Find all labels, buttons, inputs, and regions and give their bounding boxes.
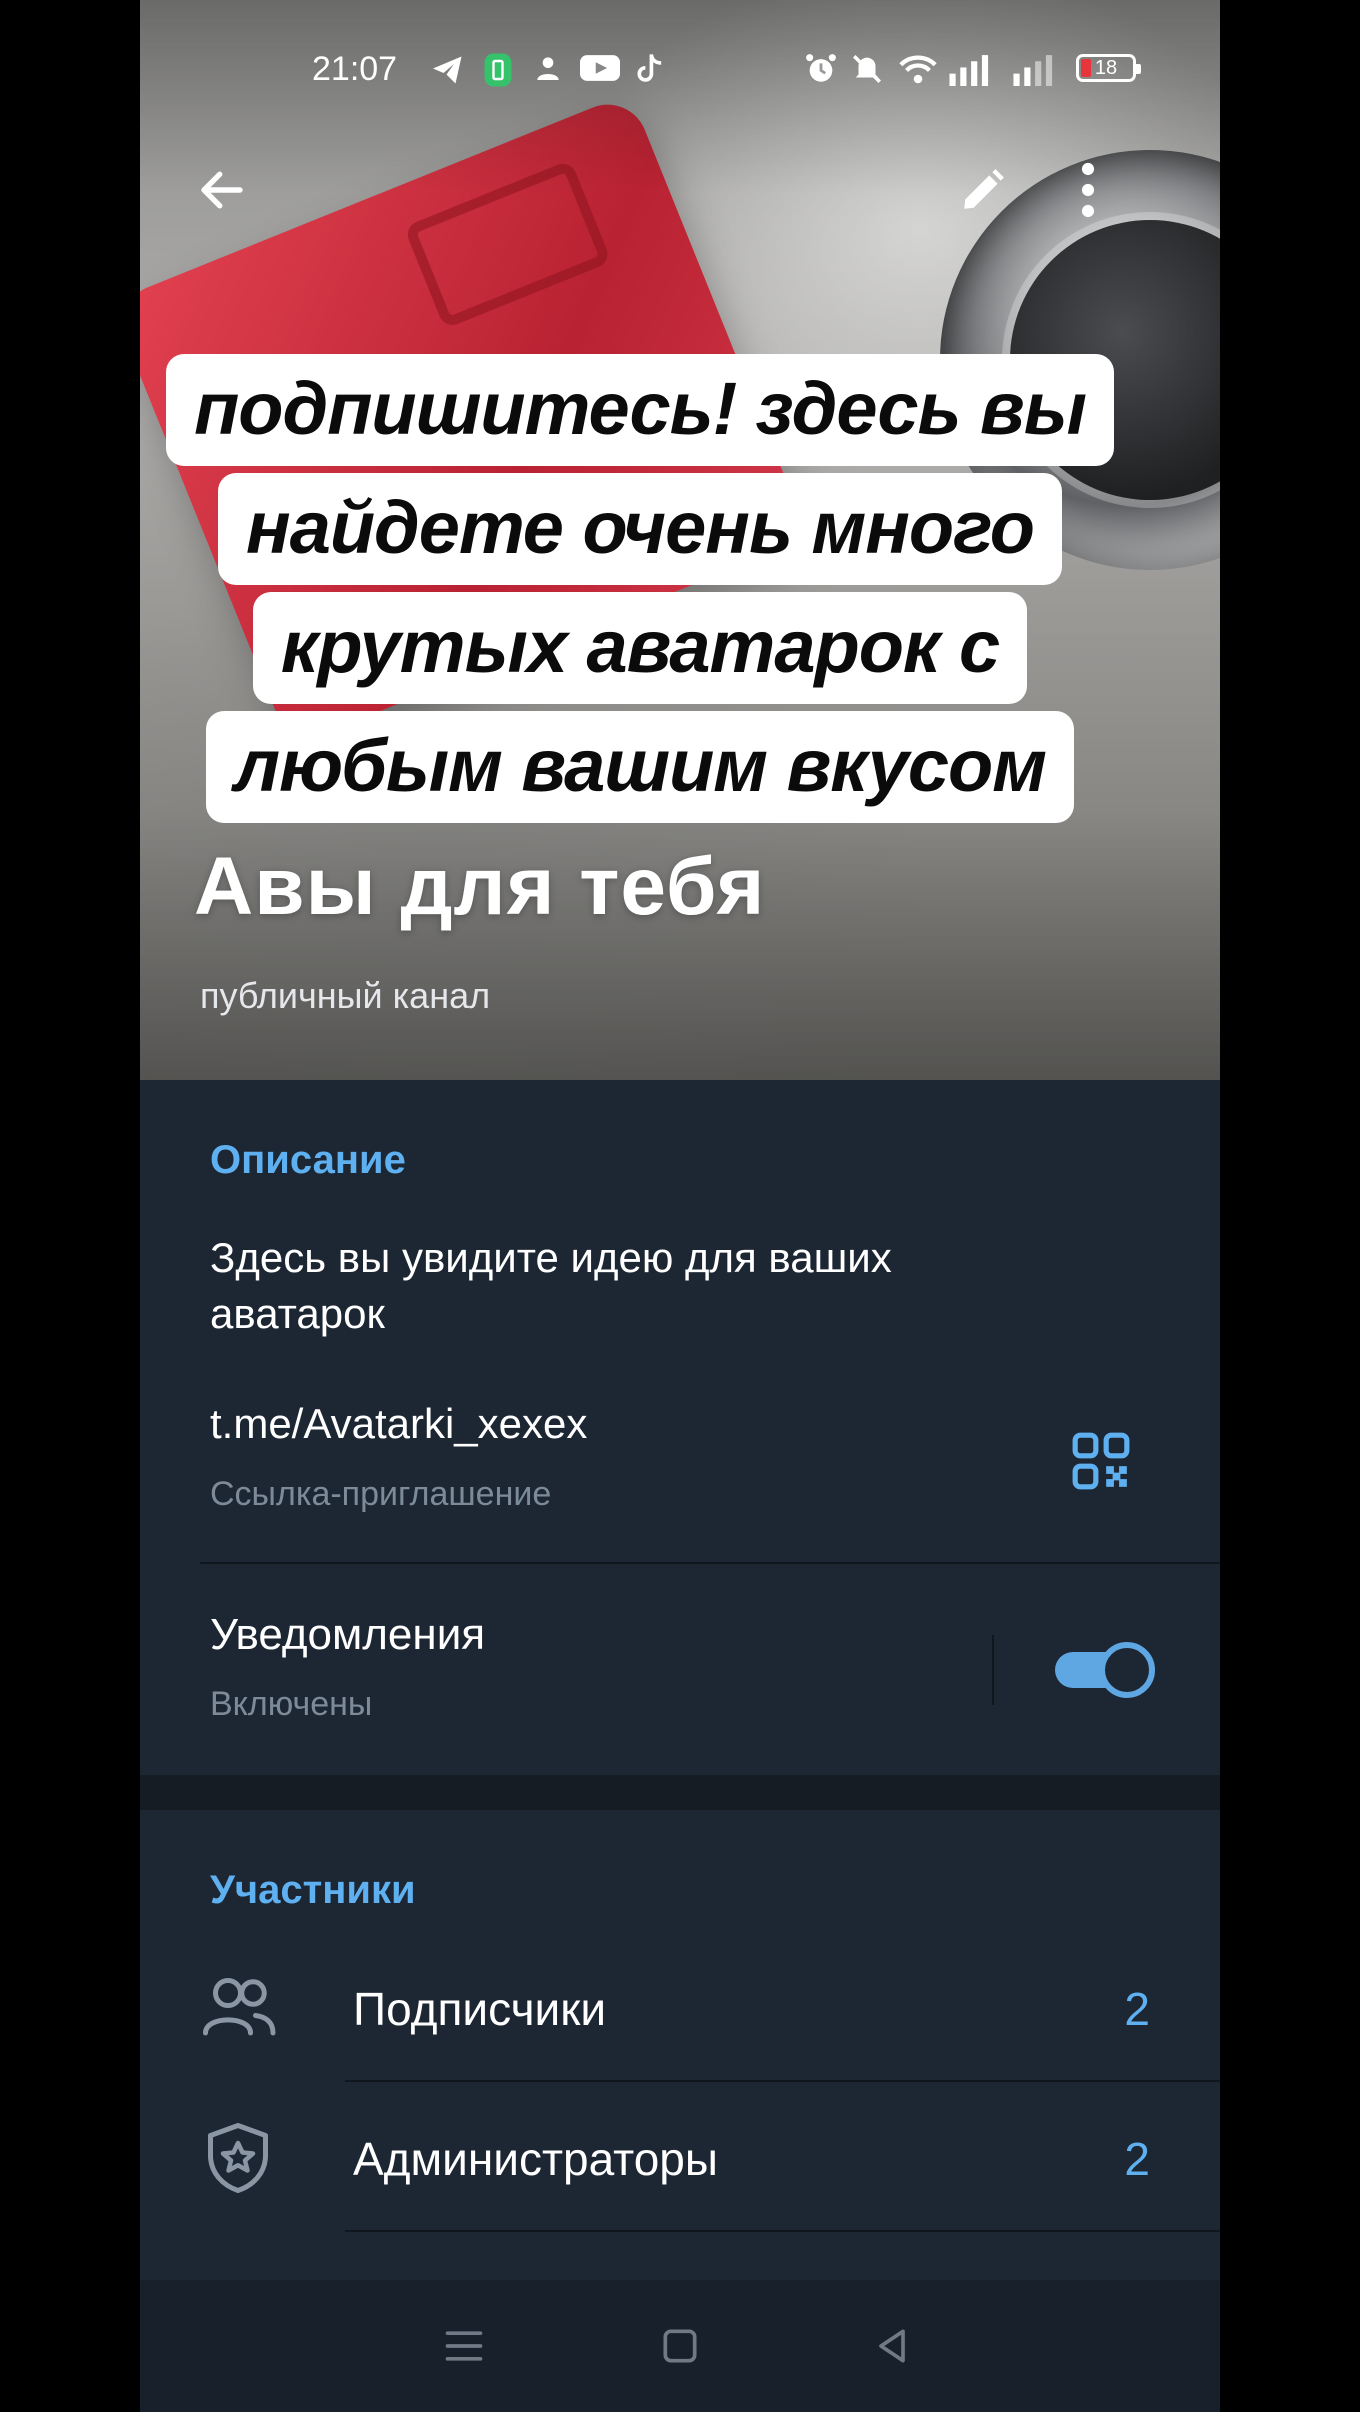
subscribers-count: 2	[1124, 1983, 1150, 2035]
more-options-button[interactable]	[1048, 150, 1128, 230]
members-section-title: Участники	[210, 1868, 416, 1912]
home-button[interactable]	[644, 2310, 716, 2382]
phone-screen: 21:07 18 подпишитесь! здесь вы найдете о…	[140, 0, 1220, 2412]
caption-line: найдете очень много	[218, 473, 1062, 585]
wifi-icon	[898, 52, 938, 93]
members-section: Участники Подписчики 2 Администраторы 2	[140, 1810, 1220, 2280]
back-button[interactable]	[182, 150, 262, 230]
signal-icon	[1010, 52, 1054, 93]
description-section-title: Описание	[210, 1138, 406, 1182]
mute-icon	[850, 52, 884, 93]
invite-link-caption: Ссылка-приглашение	[210, 1475, 552, 1513]
channel-info-section: Описание Здесь вы увидите идею для ваших…	[140, 1080, 1220, 1775]
vertical-divider	[992, 1635, 994, 1705]
youtube-icon	[580, 52, 620, 91]
telegram-icon	[430, 52, 466, 95]
notifications-toggle[interactable]	[1055, 1638, 1159, 1702]
caption-line: подпишитесь! здесь вы	[166, 354, 1114, 466]
pencil-icon	[964, 169, 1004, 209]
channel-header-photo[interactable]: 21:07 18 подпишитесь! здесь вы найдете о…	[140, 0, 1220, 1080]
square-icon	[663, 2329, 697, 2363]
divider	[200, 1562, 1220, 1564]
battery-saver-icon	[480, 52, 516, 95]
qr-code-icon	[1072, 1432, 1130, 1490]
invite-link[interactable]: t.me/Avatarki_xexex	[210, 1400, 587, 1448]
back-nav-button[interactable]	[856, 2310, 928, 2382]
shield-star-icon	[198, 2118, 278, 2198]
edit-button[interactable]	[943, 150, 1023, 230]
triangle-back-icon	[879, 2329, 905, 2363]
channel-description[interactable]: Здесь вы увидите идею для ваших аватарок	[210, 1230, 1070, 1342]
section-separator	[140, 1775, 1220, 1810]
channel-subtitle: публичный канал	[200, 975, 491, 1016]
divider	[345, 2230, 1220, 2232]
channel-title: Авы для тебя	[194, 841, 766, 932]
caption-line: крутых аватарок с	[252, 592, 1028, 704]
recent-apps-button[interactable]	[428, 2310, 500, 2382]
system-navigation-bar	[140, 2280, 1220, 2412]
qr-code-button[interactable]	[1070, 1430, 1140, 1500]
battery-indicator: 18	[1076, 54, 1141, 82]
caption-line: любым вашим вкусом	[206, 711, 1074, 823]
people-icon	[198, 1968, 278, 2048]
person-icon	[532, 52, 564, 91]
subscribers-label: Подписчики	[353, 1983, 607, 2035]
subscribers-row[interactable]: Подписчики 2	[140, 1930, 1220, 2080]
photo-caption-overlay: подпишитесь! здесь вы найдете очень мног…	[160, 354, 1120, 832]
administrators-row[interactable]: Администраторы 2	[140, 2080, 1220, 2230]
signal-icon	[946, 52, 990, 93]
notifications-status: Включены	[210, 1685, 373, 1723]
administrators-label: Администраторы	[353, 2133, 718, 2185]
arrow-left-icon	[201, 171, 243, 209]
tiktok-icon	[634, 52, 664, 93]
alarm-icon	[804, 52, 838, 93]
menu-lines-icon	[445, 2331, 483, 2361]
administrators-count: 2	[1124, 2133, 1150, 2185]
notifications-title: Уведомления	[210, 1610, 486, 1659]
status-time: 21:07	[312, 50, 398, 88]
more-vert-icon	[1081, 162, 1095, 218]
status-bar: 21:07 18	[140, 40, 1220, 100]
